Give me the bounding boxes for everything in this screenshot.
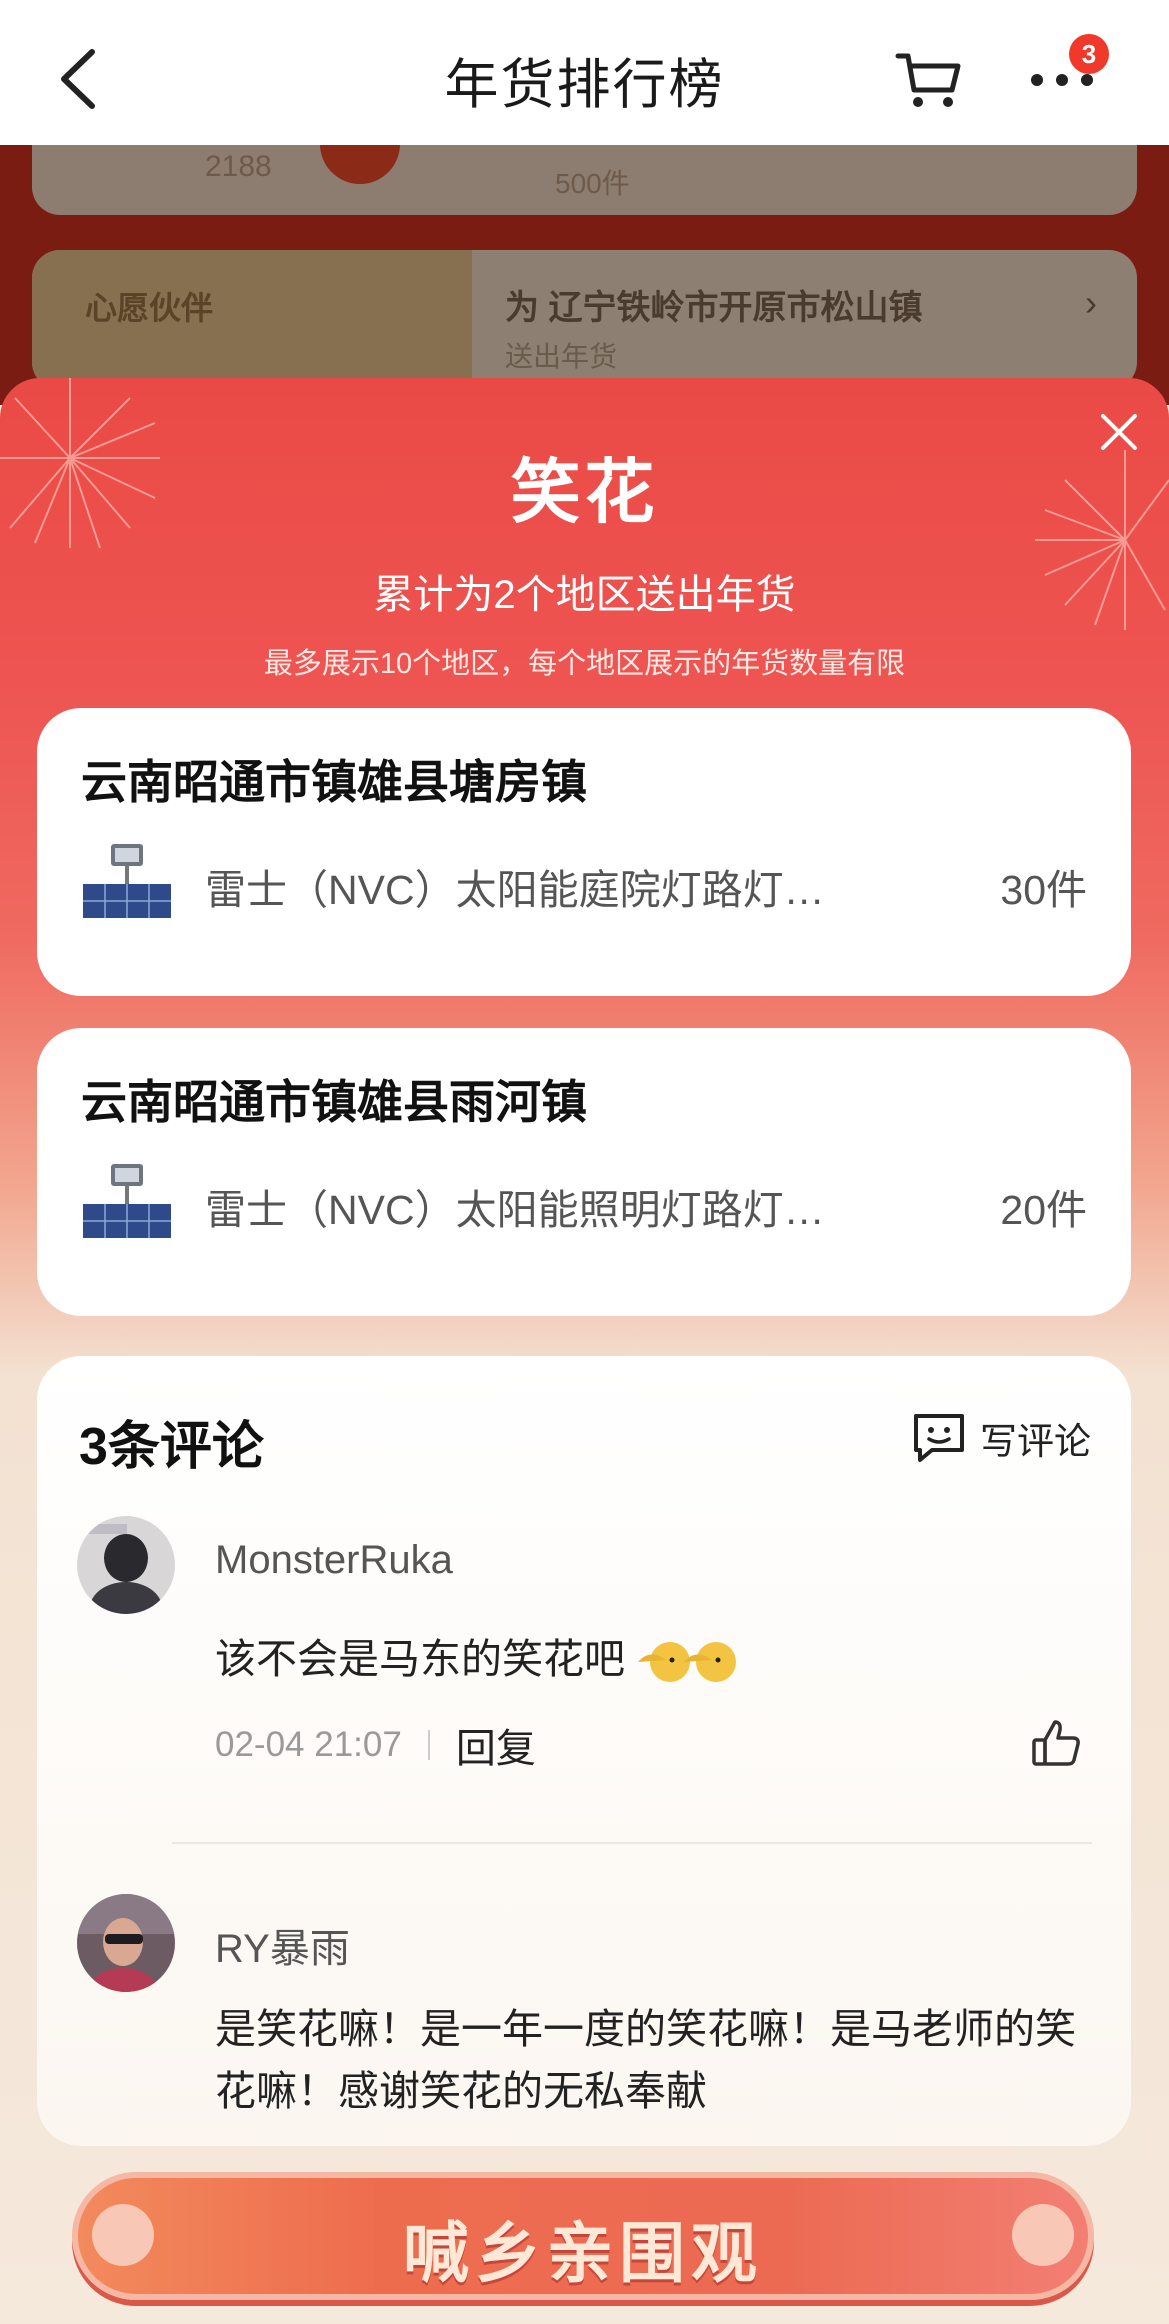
- background-count: 500件: [555, 168, 630, 199]
- invite-villagers-button[interactable]: 喊乡亲围观: [72, 2172, 1094, 2300]
- comment-time: 02-04 21:07: [215, 1725, 402, 1764]
- product-name: 雷士（NVC）太阳能照明灯路灯…: [205, 1187, 825, 1233]
- invite-villagers-label: 喊乡亲围观: [403, 2216, 763, 2290]
- comment-username[interactable]: RY暴雨: [215, 1916, 350, 1974]
- write-comment-button[interactable]: 写评论: [912, 1410, 1091, 1466]
- comment-username[interactable]: MonsterRuka: [215, 1538, 453, 1583]
- region-name: 云南昭通市镇雄县塘房镇: [81, 756, 587, 808]
- comment-text-body: 该不会是马东的笑花吧: [215, 1636, 625, 1682]
- background-card-subtext: 送出年货: [505, 341, 618, 372]
- comment-text: 该不会是马东的笑花吧: [215, 1628, 1105, 1690]
- region-name: 云南昭通市镇雄县雨河镇: [81, 1076, 587, 1128]
- partner-label: 心愿伙伴: [85, 290, 214, 326]
- region-card[interactable]: 云南昭通市镇雄县雨河镇 雷士（NVC）太阳能照明灯路灯… 20件: [37, 1028, 1131, 1316]
- reply-button[interactable]: 回复: [456, 1716, 536, 1774]
- top-navbar: 年货排行榜 3: [0, 0, 1169, 145]
- cart-icon[interactable]: [894, 50, 964, 110]
- comment-icon: [914, 1414, 964, 1462]
- comment-meta: 02-04 21:07 回复: [215, 1716, 536, 1774]
- page-title: 年货排行榜: [444, 55, 725, 115]
- emoji-icon: [638, 1642, 737, 1683]
- chevron-right-icon: ›: [1085, 282, 1097, 323]
- like-icon[interactable]: [1029, 1716, 1083, 1770]
- comment-text: 是笑花嘛！是一年一度的笑花嘛！是马老师的笑花嘛！感谢笑花的无私奉献: [215, 2006, 1076, 2114]
- display-limit-note: 最多展示10个地区，每个地区展示的年货数量有限: [263, 648, 906, 680]
- background-number: 2188: [205, 150, 272, 183]
- comments-panel: 3条评论 写评论 MonsterRuka 该不会是马东的笑花吧 02-04 21…: [37, 1356, 1131, 2146]
- user-name-title: 笑花: [510, 453, 659, 531]
- product-quantity: 20件: [1000, 1187, 1087, 1233]
- comments-count-title: 3条评论: [79, 1418, 264, 1476]
- comment-divider: [172, 1842, 1092, 1844]
- product-name: 雷士（NVC）太阳能庭院灯路灯…: [205, 867, 825, 913]
- notification-badge: 3: [1069, 34, 1109, 74]
- regions-summary: 累计为2个地区送出年货: [373, 573, 796, 617]
- background-card-text: 为 辽宁铁岭市开原市松山镇: [505, 289, 923, 327]
- product-quantity: 30件: [1000, 867, 1087, 913]
- meta-divider: [427, 1730, 430, 1760]
- solar-lamp-thumbnail: [83, 1164, 171, 1238]
- avatar[interactable]: [77, 1516, 175, 1614]
- solar-lamp-thumbnail: [83, 844, 171, 918]
- write-comment-label: 写评论: [980, 1421, 1091, 1462]
- region-card[interactable]: 云南昭通市镇雄县塘房镇 雷士（NVC）太阳能庭院灯路灯… 30件: [37, 708, 1131, 996]
- avatar[interactable]: [77, 1894, 175, 1992]
